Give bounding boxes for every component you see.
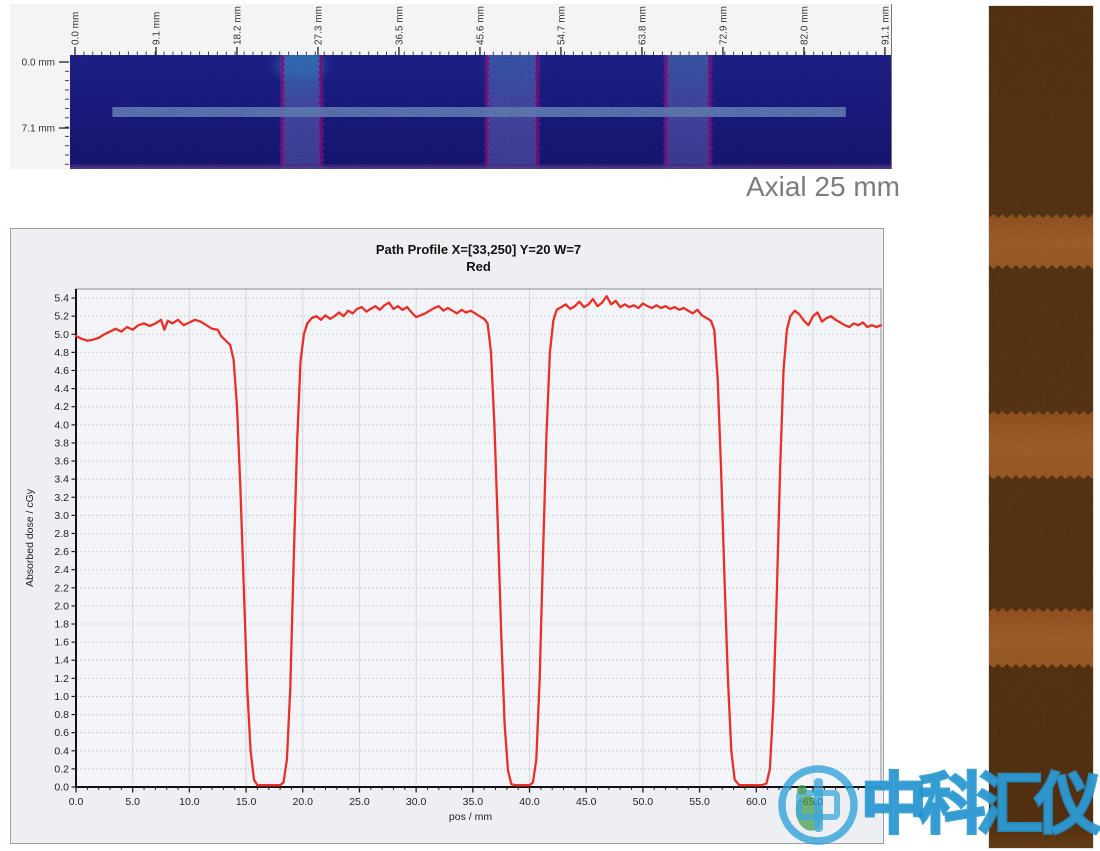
- chart-subtitle: Red: [76, 259, 881, 274]
- y-tick-label: 1.2: [54, 673, 69, 685]
- ruler-right-border: [891, 4, 892, 169]
- y-tick-label: 0.8: [54, 709, 69, 721]
- top-ruler-label: 18.2 mm: [232, 6, 243, 45]
- y-tick-label: 0.2: [54, 763, 69, 775]
- top-ruler-label: 54.7 mm: [556, 6, 567, 45]
- y-tick-label: 4.4: [54, 383, 69, 395]
- x-axis-title: pos / mm: [449, 811, 492, 823]
- y-tick-label: 5.0: [54, 329, 69, 341]
- y-tick-label: 1.4: [54, 655, 69, 667]
- top-ruler-label: 45.6 mm: [475, 6, 486, 45]
- top-ruler-label: 72.9 mm: [718, 6, 729, 45]
- y-tick-label: 2.6: [54, 546, 69, 558]
- y-tick-label: 4.8: [54, 347, 69, 359]
- left-ruler-label: 7.1 mm: [22, 124, 55, 135]
- x-tick-label: 0.0: [69, 796, 84, 808]
- film-scan-panel: 0.0 mm 9.1 mm 18.2 mm 27.3 mm 36.5 mm 45.6 mm…: [10, 4, 892, 169]
- x-tick-label: 35.0: [463, 796, 484, 808]
- y-tick-label: 0.6: [54, 727, 69, 739]
- x-tick-label: 55.0: [689, 796, 710, 808]
- x-tick-label: 60.0: [746, 796, 767, 808]
- y-tick-label: 3.4: [54, 474, 69, 486]
- film-strip-image: [988, 5, 1094, 849]
- top-ruler-label: 0.0 mm: [71, 12, 82, 45]
- top-ruler-label: 36.5 mm: [394, 6, 405, 45]
- y-tick-label: 1.6: [54, 637, 69, 649]
- x-tick-label: 40.0: [519, 796, 540, 808]
- y-tick-label: 4.2: [54, 401, 69, 413]
- x-tick-label: 25.0: [349, 796, 370, 808]
- y-tick-label: 0.0: [54, 782, 69, 794]
- y-tick-label: 5.2: [54, 311, 69, 323]
- y-tick-label: 1.8: [54, 619, 69, 631]
- x-tick-label: 10.0: [179, 796, 200, 808]
- y-tick-label: 3.8: [54, 437, 69, 449]
- x-tick-label: 50.0: [633, 796, 654, 808]
- x-tick-label: 30.0: [406, 796, 427, 808]
- y-tick-label: 5.4: [54, 293, 69, 305]
- y-tick-label: 3.2: [54, 492, 69, 504]
- x-tick-label: 15.0: [236, 796, 257, 808]
- profile-chart-panel: 0.0 5.0 10.0 15.0 20.0 25.0 30.0 35.0 40.0 45.0 50…: [10, 228, 884, 844]
- y-tick-label: 2.4: [54, 564, 69, 576]
- y-tick-label: 0.4: [54, 745, 69, 757]
- axial-caption: Axial 25 mm: [735, 170, 900, 204]
- top-ruler-label: 82.0 mm: [799, 6, 810, 45]
- y-tick-label: 1.0: [54, 691, 69, 703]
- top-ruler-label: 9.1 mm: [151, 12, 162, 45]
- x-tick-label: 5.0: [125, 796, 140, 808]
- top-ruler: 0.0 mm 9.1 mm 18.2 mm 27.3 mm 36.5 mm 45.6 mm…: [10, 4, 892, 55]
- chart-title: Path Profile X=[33,250] Y=20 W=7: [76, 242, 881, 257]
- x-tick-label: 45.0: [576, 796, 597, 808]
- y-tick-label: 2.8: [54, 528, 69, 540]
- top-ruler-label: 91.1 mm: [880, 6, 891, 45]
- ruler-bg: [10, 4, 892, 55]
- left-ruler: 0.0 mm 7.1 mm: [10, 55, 70, 169]
- y-tick-label: 4.0: [54, 419, 69, 431]
- left-ruler-label: 0.0 mm: [22, 58, 55, 69]
- y-tick-label: 3.6: [54, 456, 69, 468]
- y-tick-label: 2.2: [54, 582, 69, 594]
- plot-area: 0.0 5.0 10.0 15.0 20.0 25.0 30.0 35.0 40.0 45.0 50…: [11, 229, 883, 843]
- top-ruler-label: 63.8 mm: [637, 6, 648, 45]
- y-tick-label: 3.0: [54, 510, 69, 522]
- film-scan-image: [70, 55, 892, 169]
- top-ruler-label: 27.3 mm: [313, 6, 324, 45]
- y-tick-label: 2.0: [54, 600, 69, 612]
- y-tick-label: 4.6: [54, 365, 69, 377]
- x-tick-label: 65.0: [803, 796, 824, 808]
- y-axis-title: Absorbed dose / cGy: [24, 488, 36, 587]
- x-tick-label: 20.0: [293, 796, 314, 808]
